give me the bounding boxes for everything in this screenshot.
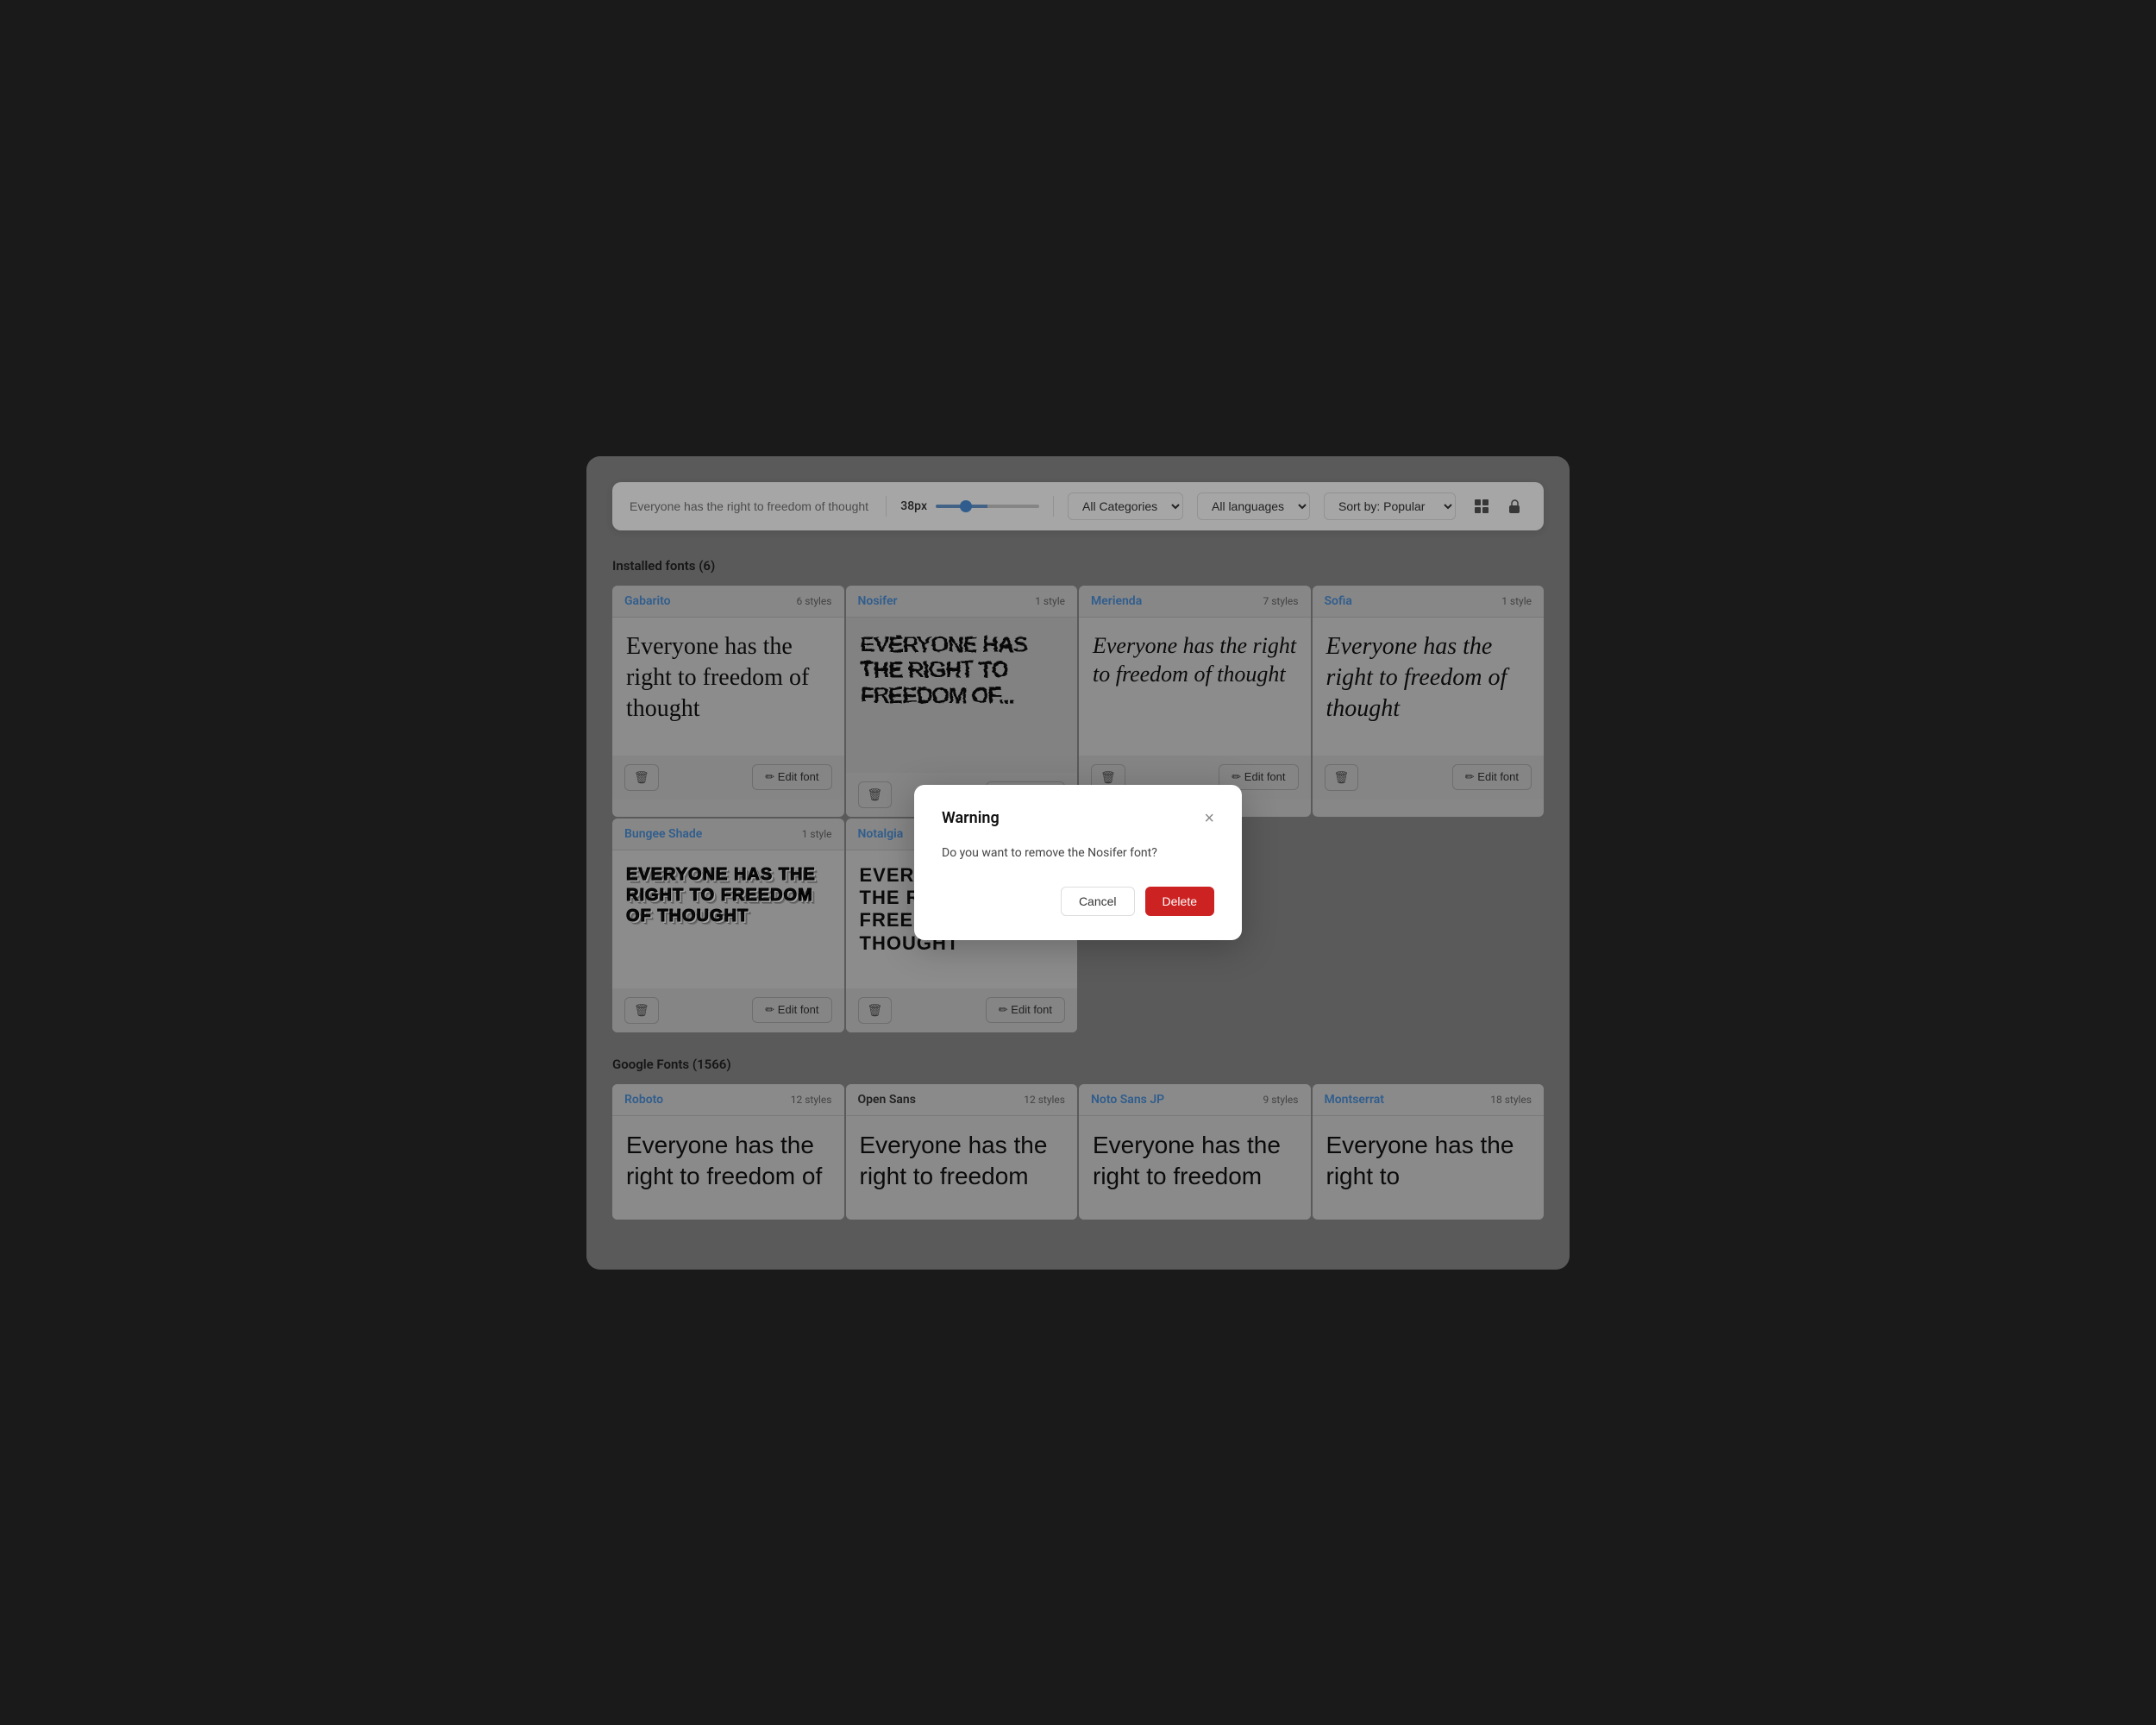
cancel-button[interactable]: Cancel — [1061, 887, 1135, 916]
modal-body: Do you want to remove the Nosifer font? — [942, 844, 1214, 862]
app-container: Everyone has the right to freedom of tho… — [586, 456, 1570, 1270]
modal-close-button[interactable]: × — [1204, 810, 1214, 827]
modal-footer: Cancel Delete — [942, 887, 1214, 916]
modal-title: Warning — [942, 809, 1000, 827]
warning-modal: Warning × Do you want to remove the Nosi… — [914, 785, 1242, 940]
modal-overlay: Warning × Do you want to remove the Nosi… — [586, 456, 1570, 1270]
delete-button[interactable]: Delete — [1145, 887, 1214, 916]
modal-header: Warning × — [942, 809, 1214, 827]
